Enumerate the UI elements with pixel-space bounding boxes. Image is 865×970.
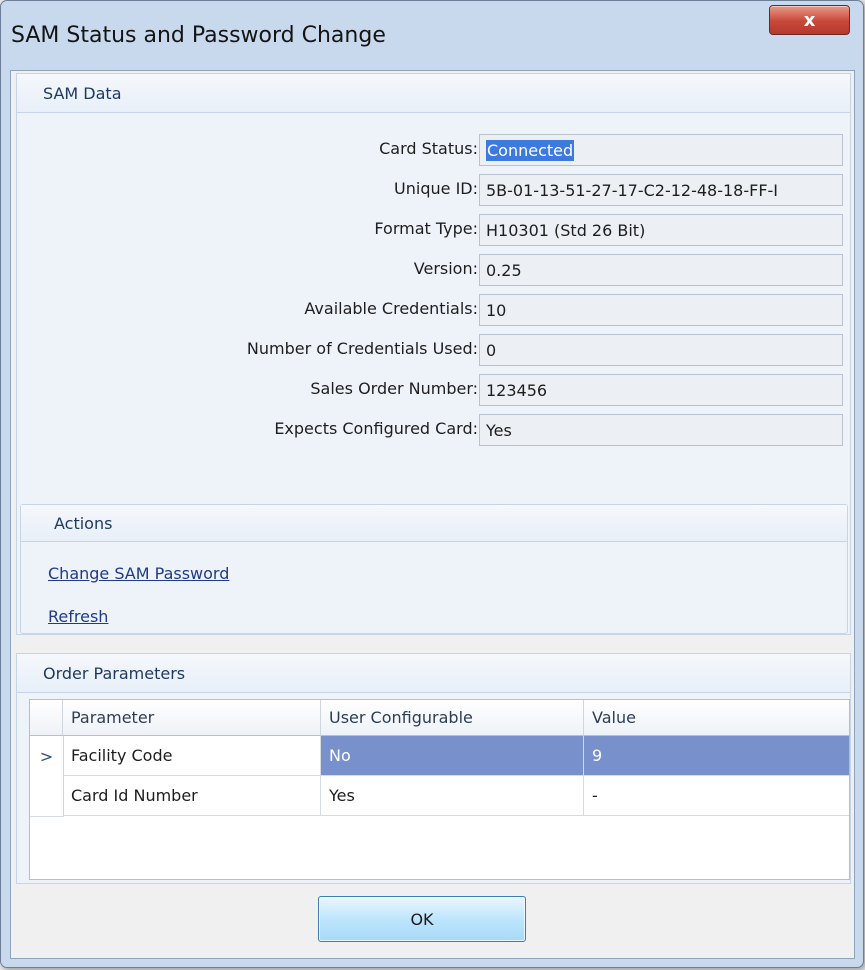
cell-value[interactable]: 9 xyxy=(584,736,849,776)
card-status-value: Connected xyxy=(486,140,575,161)
expects-configured-field[interactable]: Yes xyxy=(479,414,843,446)
current-row-arrow-icon: > xyxy=(39,746,54,766)
credentials-used-field[interactable]: 0 xyxy=(479,334,843,366)
card-status-label: Card Status: xyxy=(379,139,478,158)
unique-id-field[interactable]: 5B-01-13-51-27-17-C2-12-48-18-FF-I xyxy=(479,174,843,206)
card-status-field[interactable]: Connected xyxy=(479,134,843,166)
column-header-user-configurable[interactable]: User Configurable xyxy=(321,700,584,736)
available-credentials-row: Available Credentials: 10 xyxy=(17,289,850,329)
column-header-parameter[interactable]: Parameter xyxy=(63,700,321,736)
row-indicator[interactable]: > xyxy=(30,736,64,777)
sales-order-label: Sales Order Number: xyxy=(310,379,478,398)
version-field[interactable]: 0.25 xyxy=(479,254,843,286)
sales-order-row: Sales Order Number: 123456 xyxy=(17,369,850,409)
expects-configured-label: Expects Configured Card: xyxy=(274,419,478,438)
cell-user-configurable[interactable]: No xyxy=(321,736,584,776)
format-type-row: Format Type: H10301 (Std 26 Bit) xyxy=(17,209,850,249)
order-parameters-header: Order Parameters xyxy=(17,654,850,693)
refresh-link[interactable]: Refresh xyxy=(48,607,108,626)
sales-order-field[interactable]: 123456 xyxy=(479,374,843,406)
change-sam-password-link[interactable]: Change SAM Password xyxy=(48,564,229,583)
available-credentials-label: Available Credentials: xyxy=(304,299,478,318)
sam-data-header: SAM Data xyxy=(17,74,850,113)
credentials-used-row: Number of Credentials Used: 0 xyxy=(17,329,850,369)
format-type-label: Format Type: xyxy=(374,219,478,238)
actions-panel: Actions Change SAM Password Refresh xyxy=(20,504,848,634)
cell-value[interactable]: - xyxy=(584,776,849,816)
version-row: Version: 0.25 xyxy=(17,249,850,289)
unique-id-row: Unique ID: 5B-01-13-51-27-17-C2-12-48-18… xyxy=(17,169,850,209)
card-status-row: Card Status: Connected xyxy=(17,129,850,169)
title-bar[interactable]: SAM Status and Password Change x xyxy=(1,1,863,69)
row-indicator[interactable] xyxy=(30,776,64,817)
column-header-value[interactable]: Value xyxy=(584,700,849,736)
window-title: SAM Status and Password Change xyxy=(11,23,386,48)
ok-button[interactable]: OK xyxy=(318,896,526,942)
actions-header: Actions xyxy=(21,505,847,542)
format-type-field[interactable]: H10301 (Std 26 Bit) xyxy=(479,214,843,246)
credentials-used-label: Number of Credentials Used: xyxy=(246,339,478,358)
cell-parameter[interactable]: Facility Code xyxy=(63,736,321,776)
cell-user-configurable[interactable]: Yes xyxy=(321,776,584,816)
cell-parameter[interactable]: Card Id Number xyxy=(63,776,321,816)
row-header-corner xyxy=(30,700,63,736)
unique-id-label: Unique ID: xyxy=(394,179,478,198)
close-icon: x xyxy=(803,9,816,31)
version-label: Version: xyxy=(413,259,478,278)
available-credentials-field[interactable]: 10 xyxy=(479,294,843,326)
expects-configured-row: Expects Configured Card: Yes xyxy=(17,409,850,449)
order-parameters-grid[interactable]: Parameter User Configurable Value > Faci… xyxy=(29,699,850,880)
close-button[interactable]: x xyxy=(769,5,850,35)
